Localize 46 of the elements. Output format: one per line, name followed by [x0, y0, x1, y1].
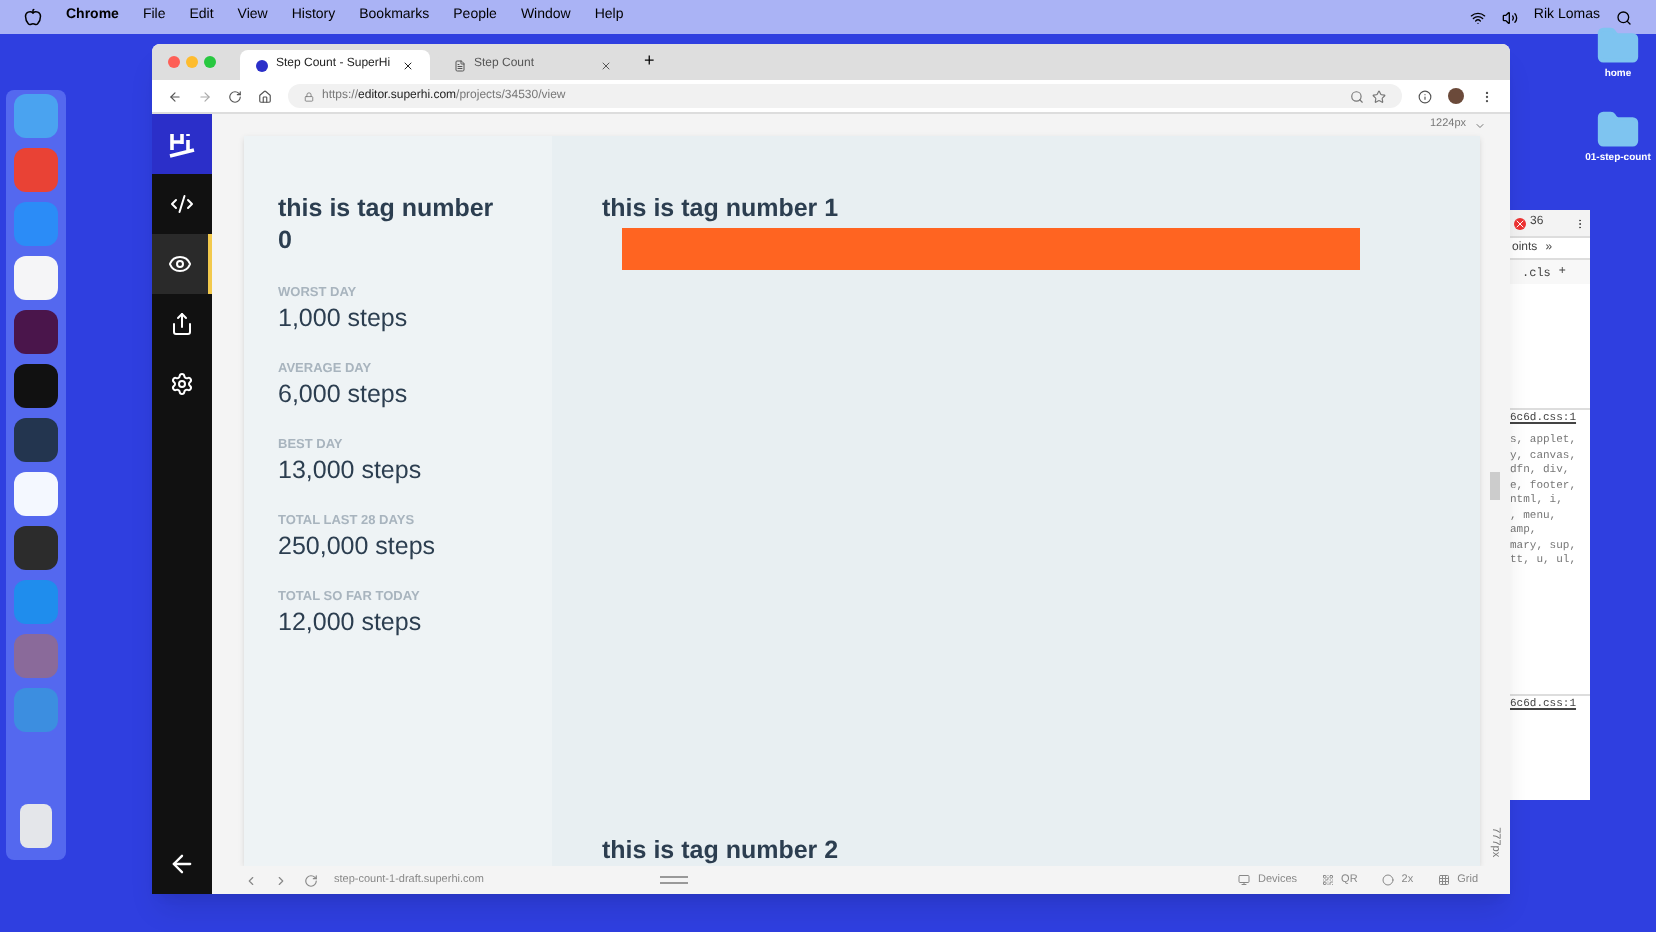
- code-icon: [170, 192, 194, 216]
- forward-icon[interactable]: [198, 89, 212, 103]
- stat-value: 13,000 steps: [278, 456, 424, 486]
- lock-icon: [304, 91, 314, 101]
- sidebar-tool[interactable]: [152, 234, 212, 294]
- close-icon[interactable]: [402, 59, 414, 71]
- tag-count: 0: [278, 224, 294, 256]
- new-tab-button[interactable]: +: [644, 48, 655, 76]
- circle-icon: [1381, 874, 1394, 886]
- close-window-button[interactable]: [168, 56, 180, 68]
- stat-value: 12,000 steps: [278, 608, 424, 638]
- more-icon[interactable]: [1480, 89, 1494, 103]
- apple-icon[interactable]: [24, 8, 42, 26]
- eye-icon: [168, 252, 192, 276]
- reload-icon[interactable]: [228, 89, 242, 103]
- share-icon: [170, 312, 194, 336]
- search-icon[interactable]: [1616, 9, 1632, 25]
- grid-icon: [1437, 874, 1450, 886]
- folder-icon[interactable]: [1596, 107, 1640, 151]
- panel-heading: this is tag number: [278, 192, 496, 224]
- forward-icon[interactable]: [274, 873, 288, 887]
- reload-icon[interactable]: [304, 873, 318, 887]
- wifi-icon[interactable]: [1469, 9, 1486, 25]
- back-arrow-icon[interactable]: [168, 850, 196, 878]
- tag-heading: this is tag number 2: [602, 834, 841, 866]
- folder-icon[interactable]: [1596, 24, 1640, 68]
- tag-heading: this is tag number 1: [602, 192, 841, 224]
- settings-icon: [170, 372, 194, 396]
- back-icon[interactable]: [244, 873, 258, 887]
- stat-value: 250,000 steps: [278, 532, 438, 562]
- stat-value: 6,000 steps: [278, 380, 410, 410]
- zoom-icon[interactable]: [1350, 89, 1364, 103]
- drag-handle-icon[interactable]: [659, 876, 688, 884]
- site-logo-icon: [256, 59, 268, 71]
- stat-value: 1,000 steps: [278, 304, 410, 334]
- resize-handle[interactable]: [1490, 472, 1500, 500]
- back-icon[interactable]: [168, 89, 182, 103]
- info-icon[interactable]: [1418, 89, 1432, 103]
- bookmark-star-icon[interactable]: [1372, 89, 1386, 103]
- logo-icon[interactable]: [152, 114, 212, 174]
- qr-code-icon: [1321, 874, 1334, 886]
- profile-avatar[interactable]: [1448, 88, 1464, 104]
- monitor-icon: [1237, 874, 1250, 886]
- home-icon[interactable]: [258, 89, 272, 103]
- volume-icon[interactable]: [1501, 9, 1518, 25]
- page-icon: [454, 59, 466, 71]
